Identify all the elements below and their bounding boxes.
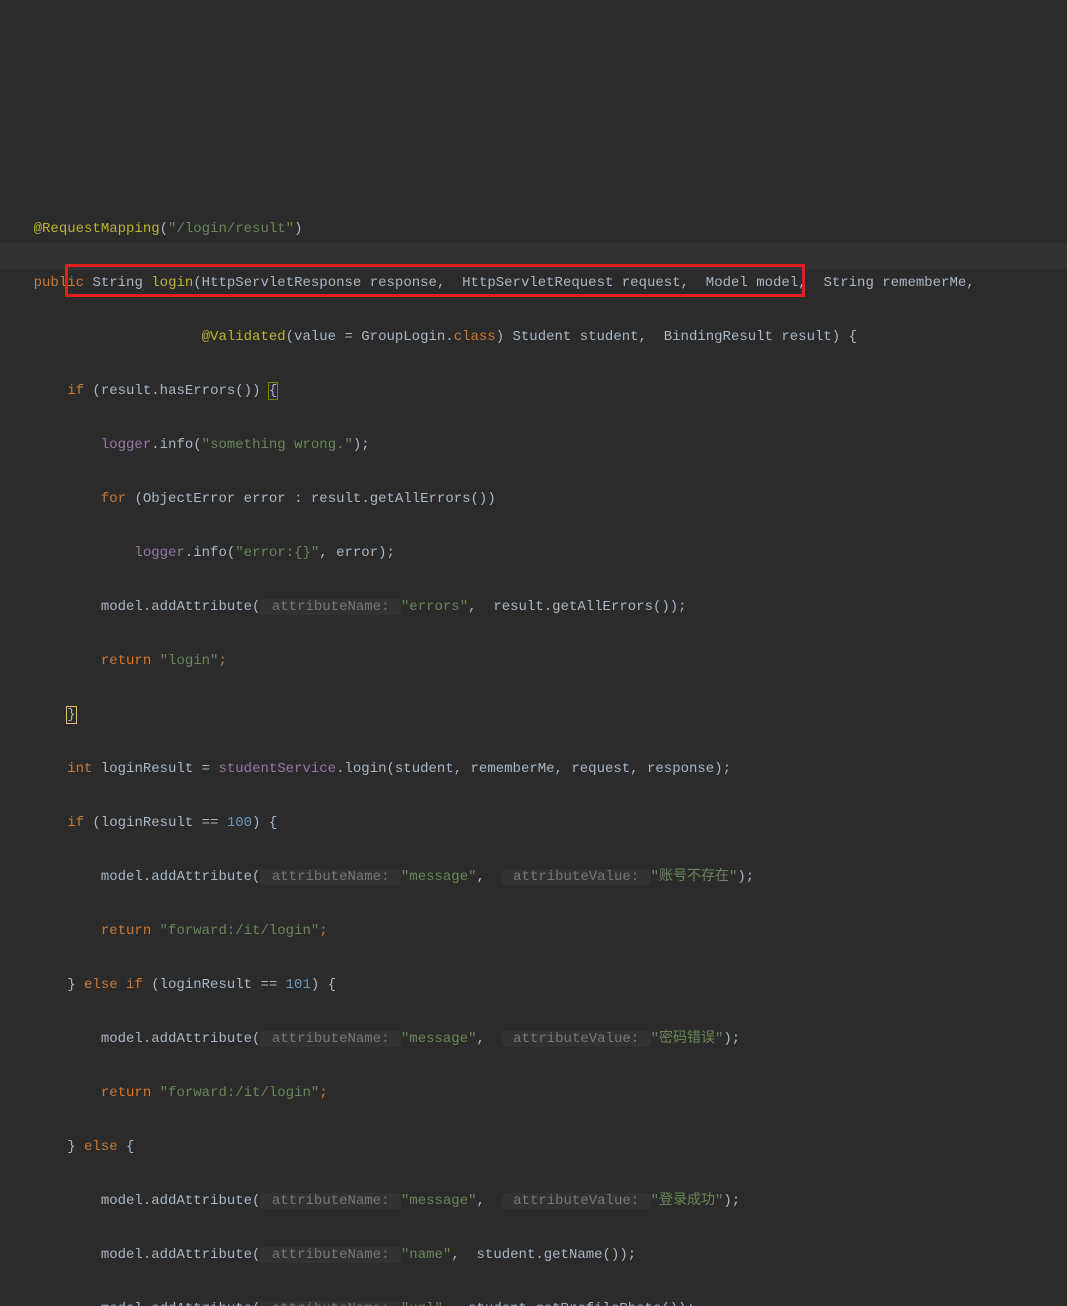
code-line[interactable]: model.addAttribute( attributeName: "erro… [0,594,1067,621]
code-line[interactable]: public String login(HttpServletResponse … [0,270,1067,297]
code-line[interactable]: } else { [0,1134,1067,1161]
param-hint: attributeName: [260,1301,400,1306]
param-hint: attributeName: [260,869,400,885]
code-line[interactable]: if (loginResult == 100) { [0,810,1067,837]
param-hint: attributeValue: [502,869,651,885]
param-hint: attributeValue: [502,1193,651,1209]
code-line[interactable]: return "forward:/it/login"; [0,918,1067,945]
code-line[interactable]: for (ObjectError error : result.getAllEr… [0,486,1067,513]
code-line[interactable]: logger.info("error:{}", error); [0,540,1067,567]
code-line[interactable]: return "login"; [0,648,1067,675]
code-line[interactable]: model.addAttribute( attributeName: "url"… [0,1296,1067,1306]
code-line[interactable]: @RequestMapping("/login/result") [0,216,1067,243]
code-line[interactable]: if (result.hasErrors()) { [0,378,1067,405]
code-line[interactable]: model.addAttribute( attributeName: "mess… [0,864,1067,891]
code-line[interactable]: int loginResult = studentService.login(s… [0,756,1067,783]
code-line[interactable]: } else if (loginResult == 101) { [0,972,1067,999]
code-editor[interactable]: @RequestMapping("/login/result") public … [0,189,1067,1306]
param-hint: attributeValue: [502,1031,651,1047]
code-line[interactable]: model.addAttribute( attributeName: "mess… [0,1188,1067,1215]
code-line[interactable]: logger.info("something wrong."); [0,432,1067,459]
code-line[interactable]: return "forward:/it/login"; [0,1080,1067,1107]
code-line[interactable]: model.addAttribute( attributeName: "name… [0,1242,1067,1269]
param-hint: attributeName: [260,1193,400,1209]
param-hint: attributeName: [260,599,400,615]
param-hint: attributeName: [260,1247,400,1263]
param-hint: attributeName: [260,1031,400,1047]
code-line[interactable]: } [0,702,1067,729]
code-line[interactable]: model.addAttribute( attributeName: "mess… [0,1026,1067,1053]
code-line[interactable]: @Validated(value = GroupLogin.class) Stu… [0,324,1067,351]
